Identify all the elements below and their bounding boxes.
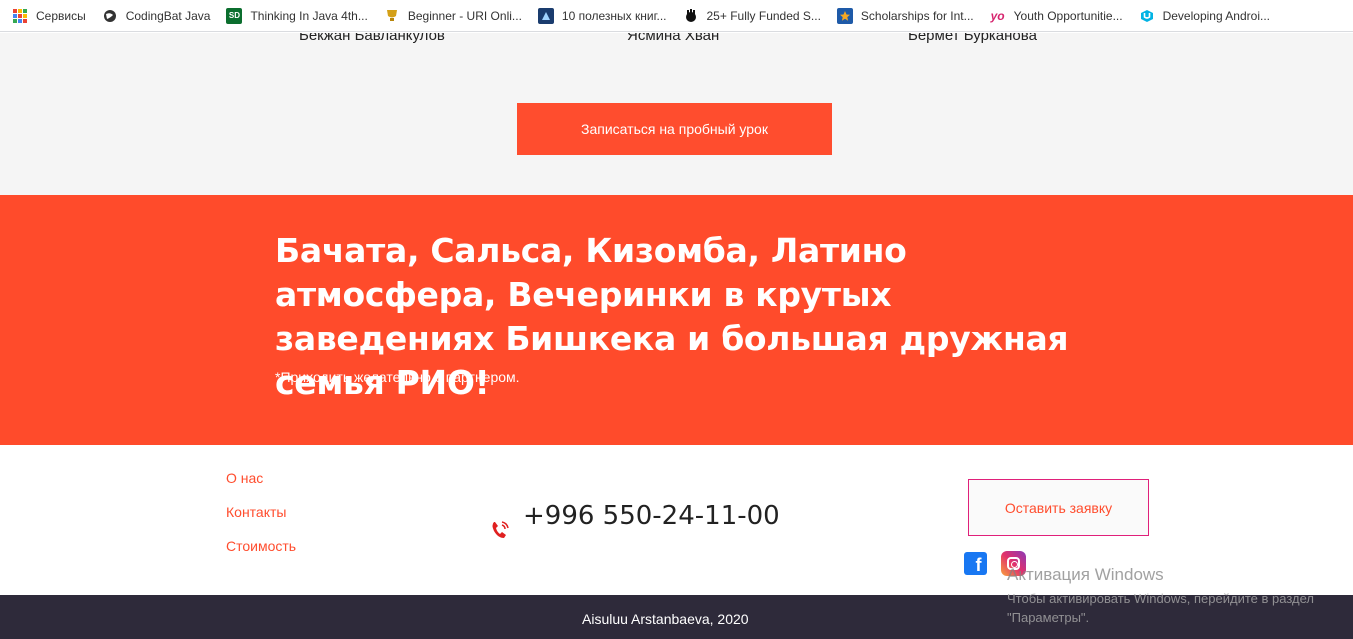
- bookmark-label: 10 полезных книг...: [561, 8, 667, 23]
- bookmark-label: Scholarships for Int...: [860, 8, 974, 23]
- bookmark-label: Youth Opportunitie...: [1013, 8, 1123, 23]
- bookmark-label: CodingBat Java: [125, 8, 211, 23]
- bookmark-uri-online[interactable]: Beginner - URI Onli...: [384, 0, 522, 32]
- teacher-name: Бермет Бурканова: [908, 33, 1037, 44]
- bookmark-thinking-in-java[interactable]: SD Thinking In Java 4th...: [226, 0, 368, 32]
- promo-banner: Бачата, Сальса, Кизомба, Латино атмосфер…: [0, 195, 1353, 445]
- windows-watermark-title: Активация Windows: [1007, 565, 1164, 584]
- phone-icon: [489, 519, 511, 541]
- trial-lesson-button[interactable]: Записаться на пробный урок: [517, 103, 832, 155]
- sd-icon: SD: [226, 7, 243, 24]
- footer-link-about[interactable]: О нас: [226, 470, 263, 486]
- order-request-button[interactable]: Оставить заявку: [968, 479, 1149, 536]
- footer-link-contacts[interactable]: Контакты: [226, 504, 286, 520]
- order-request-label: Оставить заявку: [1004, 499, 1113, 516]
- banner-note: *Приходить желательно с партнером.: [275, 369, 520, 385]
- teachers-section: Бекжан Бавланкулов Ясмина Хван Бермет Бу…: [0, 33, 1353, 195]
- bookmark-label: Сервисы: [36, 8, 86, 23]
- book-site-icon: [537, 7, 554, 24]
- yo-icon: yo: [990, 8, 1005, 23]
- bookmark-services[interactable]: Сервисы: [12, 0, 86, 32]
- footer-link-pricing[interactable]: Стоимость: [226, 538, 296, 554]
- teacher-name: Бекжан Бавланкулов: [299, 33, 445, 44]
- windows-watermark-subtitle: Чтобы активировать Windows, перейдите в …: [1007, 591, 1314, 625]
- udacity-icon: [1139, 8, 1155, 24]
- trophy-icon: [384, 8, 400, 24]
- globe-icon: [102, 8, 118, 24]
- bookmark-label: Beginner - URI Onli...: [407, 8, 522, 23]
- bookmark-scholarships[interactable]: Scholarships for Int...: [836, 0, 974, 32]
- apps-grid-icon: [12, 8, 28, 24]
- bookmark-developing-android[interactable]: Developing Androi...: [1139, 0, 1270, 32]
- bookmark-label: Thinking In Java 4th...: [250, 8, 368, 23]
- star-icon: [836, 7, 853, 24]
- bookmark-books[interactable]: 10 полезных книг...: [537, 0, 667, 32]
- bookmark-label: Developing Androi...: [1162, 8, 1270, 23]
- facebook-glyph: f: [975, 555, 982, 575]
- bookmark-youth-opportunities[interactable]: yo Youth Opportunitie...: [990, 0, 1123, 32]
- bookmark-label: 25+ Fully Funded S...: [706, 8, 821, 23]
- hand-icon: [683, 8, 699, 24]
- bookmarks-bar: Сервисы CodingBat Java SD Thinking In Ja…: [0, 0, 1353, 32]
- facebook-icon[interactable]: f: [964, 552, 987, 575]
- bookmark-fully-funded[interactable]: 25+ Fully Funded S...: [683, 0, 821, 32]
- bookmark-codingbat[interactable]: CodingBat Java: [102, 0, 211, 32]
- copyright-text: Aisuluu Arstanbaeva, 2020: [582, 611, 749, 627]
- phone-number[interactable]: +996 550-24-11-00: [523, 501, 780, 531]
- teacher-name: Ясмина Хван: [627, 33, 720, 44]
